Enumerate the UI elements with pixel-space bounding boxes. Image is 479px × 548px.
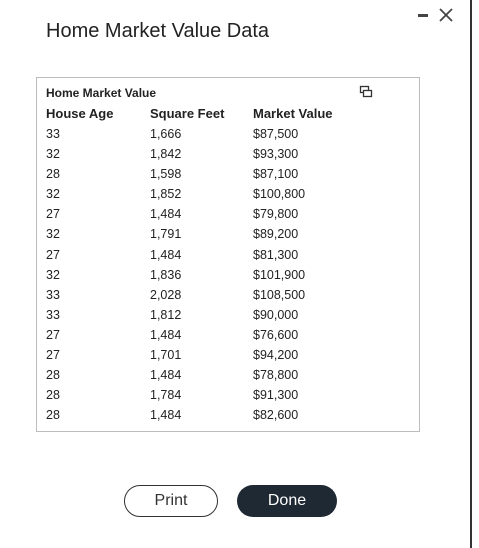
market-value-cell: $100,800: [253, 187, 306, 202]
table-row: 28 1,484 $82,600: [37, 406, 419, 426]
table-row: 33 1,812 $90,000: [37, 306, 419, 326]
dialog-title: Home Market Value Data: [46, 20, 270, 42]
minimize-icon[interactable]: [418, 14, 428, 17]
square-feet-cell: 1,484: [150, 247, 182, 262]
square-feet-cell: 1,852: [150, 187, 182, 202]
column-header-house-age: House Age: [46, 106, 114, 121]
column-header-square-feet: Square Feet: [150, 106, 225, 121]
square-feet-cell: 1,842: [150, 147, 182, 162]
market-value-cell: $79,800: [253, 207, 299, 222]
table-row: 33 2,028 $108,500: [37, 286, 419, 306]
table-row: 28 1,784 $91,300: [37, 386, 419, 406]
table-row: 32 1,791 $89,200: [37, 225, 419, 245]
house-age-cell: 28: [46, 167, 60, 182]
market-value-cell: $101,900: [253, 267, 306, 282]
square-feet-cell: 1,484: [150, 207, 182, 222]
square-feet-cell: 1,701: [150, 348, 182, 363]
house-age-cell: 28: [46, 408, 60, 423]
print-button[interactable]: Print: [124, 485, 218, 517]
table-row: 27 1,484 $79,800: [37, 205, 419, 225]
table-row: 27 1,484 $76,600: [37, 326, 419, 346]
market-value-cell: $78,800: [253, 368, 299, 383]
house-age-cell: 32: [46, 227, 60, 242]
house-age-cell: 33: [46, 287, 60, 302]
market-value-cell: $87,500: [253, 127, 299, 141]
column-header-market-value: Market Value: [253, 106, 333, 121]
square-feet-cell: 1,784: [150, 388, 182, 403]
house-age-cell: 27: [46, 348, 60, 363]
market-value-cell: $82,600: [253, 408, 299, 423]
house-age-cell: 28: [46, 368, 60, 383]
square-feet-cell: 1,484: [150, 368, 182, 383]
table-row: 28 1,484 $78,800: [37, 366, 419, 386]
market-value-cell: $91,300: [253, 388, 299, 403]
close-icon[interactable]: [437, 6, 455, 24]
table-row: 32 1,836 $101,900: [37, 266, 419, 286]
window-gutter: [472, 0, 479, 548]
house-age-cell: 27: [46, 207, 60, 222]
square-feet-cell: 2,028: [150, 287, 182, 302]
square-feet-cell: 1,484: [150, 327, 182, 342]
market-value-cell: $89,200: [253, 227, 299, 242]
done-button[interactable]: Done: [237, 485, 337, 517]
market-value-cell: $87,100: [253, 167, 299, 182]
market-value-cell: $90,000: [253, 307, 299, 322]
square-feet-cell: 1,836: [150, 267, 182, 282]
table-body: 33 1,666 $87,500 32 1,842 $93,300 28 1,598 $87,1…: [37, 125, 419, 426]
table-row: 27 1,701 $94,200: [37, 346, 419, 366]
market-value-cell: $108,500: [253, 287, 306, 302]
house-age-cell: 32: [46, 187, 60, 202]
house-age-cell: 32: [46, 267, 60, 282]
table-row: 28 1,598 $87,100: [37, 165, 419, 185]
square-feet-cell: 1,791: [150, 227, 182, 242]
house-age-cell: 27: [46, 247, 60, 262]
copy-icon[interactable]: [359, 85, 373, 99]
house-age-cell: 33: [46, 307, 60, 322]
data-table-panel: Home Market Value House Age Square Feet …: [36, 77, 420, 432]
market-value-cell: $81,300: [253, 247, 299, 262]
table-row: 27 1,484 $81,300: [37, 246, 419, 266]
table-row: 32 1,852 $100,800: [37, 185, 419, 205]
market-value-cell: $93,300: [253, 147, 299, 162]
house-age-cell: 27: [46, 327, 60, 342]
table-row: 33 1,666 $87,500: [37, 125, 419, 145]
market-value-cell: $94,200: [253, 348, 299, 363]
table-caption: Home Market Value: [46, 86, 157, 100]
dialog: Home Market Value Data Home Market Value…: [0, 0, 470, 548]
square-feet-cell: 1,484: [150, 408, 182, 423]
square-feet-cell: 1,598: [150, 167, 182, 182]
table-row: 32 1,842 $93,300: [37, 145, 419, 165]
house-age-cell: 28: [46, 388, 60, 403]
house-age-cell: 32: [46, 147, 60, 162]
square-feet-cell: 1,812: [150, 307, 182, 322]
market-value-cell: $76,600: [253, 327, 299, 342]
house-age-cell: 33: [46, 127, 60, 141]
square-feet-cell: 1,666: [150, 127, 182, 141]
